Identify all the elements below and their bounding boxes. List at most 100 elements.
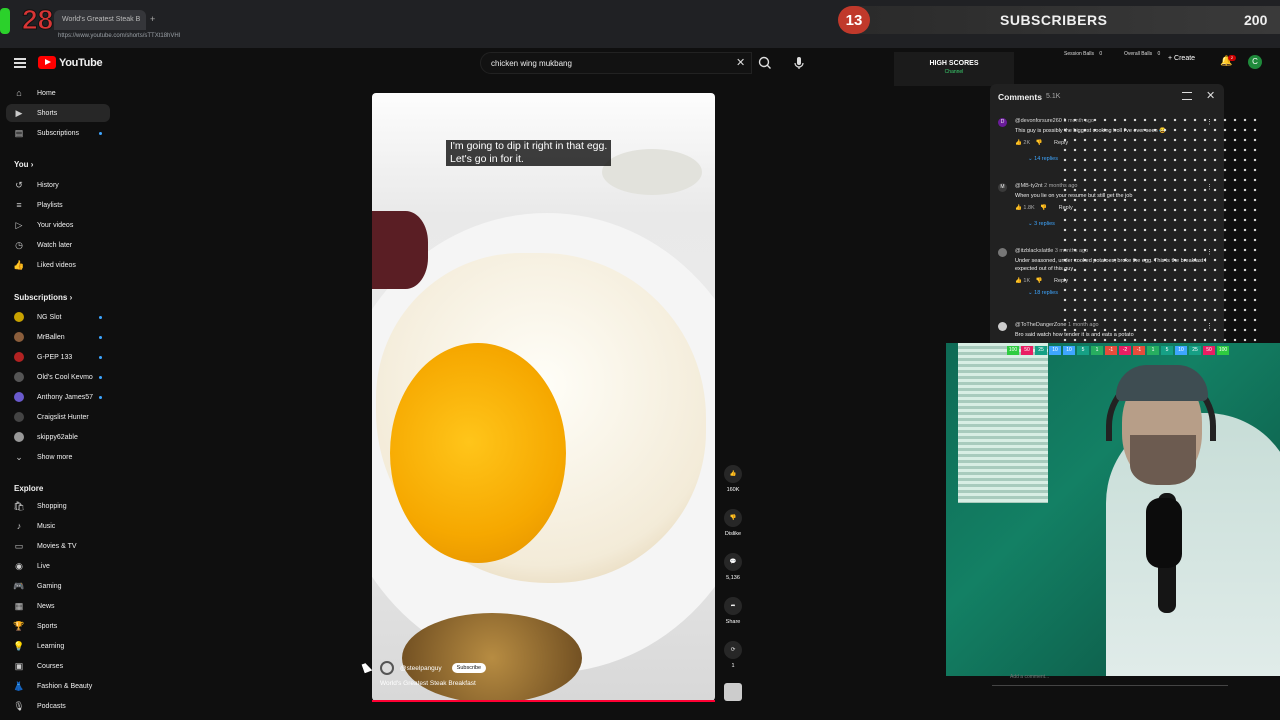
sidebar-item-watch-later[interactable]: ◷ Watch later xyxy=(6,236,110,254)
channel-name[interactable]: @steelpanguy xyxy=(400,665,442,672)
comment-avatar[interactable] xyxy=(998,322,1007,331)
sidebar-item-label: skippy62able xyxy=(37,433,78,441)
scorebar-slot: 25 xyxy=(1189,346,1201,355)
sidebar-subscription-item[interactable]: skippy62able xyxy=(6,428,110,446)
short-title[interactable]: World's Greatest Steak Breakfast xyxy=(380,680,476,687)
sidebar-subscription-item[interactable]: MrBallen xyxy=(6,328,110,346)
sidebar-item-liked-videos[interactable]: 👍 Liked videos xyxy=(6,256,110,274)
sidebar-item-label: Craigslist Hunter xyxy=(37,413,89,421)
thumbs-up-icon[interactable]: 👍 xyxy=(1015,140,1022,146)
thumbs-up-icon[interactable]: 👍 xyxy=(1015,278,1022,284)
new-content-dot xyxy=(99,356,102,359)
comment-avatar[interactable]: D xyxy=(998,118,1007,127)
address-bar[interactable]: https://www.youtube.com/shorts/sTTXt18hV… xyxy=(42,33,902,45)
like-button[interactable]: 👍 160K xyxy=(724,465,742,493)
sidebar-item-courses[interactable]: ▣ Courses xyxy=(6,657,110,675)
close-icon[interactable]: ✕ xyxy=(1206,89,1215,102)
sidebar-item-playlists[interactable]: ≡ Playlists xyxy=(6,196,110,214)
sidebar-item-news[interactable]: ▦ News xyxy=(6,597,110,615)
channel-avatar[interactable] xyxy=(380,661,394,675)
subscriptions-heading[interactable]: Subscriptions › xyxy=(14,293,72,302)
new-content-dot xyxy=(99,316,102,319)
short-video-player[interactable] xyxy=(372,93,715,701)
scorebar-slot: -1 xyxy=(1133,346,1145,355)
sidebar-item-podcasts[interactable]: 🎙 Podcasts xyxy=(6,697,110,715)
sidebar-item-label: Liked videos xyxy=(37,261,76,269)
share-button[interactable]: ➦ Share xyxy=(724,597,742,625)
sidebar-item-gaming[interactable]: 🎮 Gaming xyxy=(6,577,110,595)
sidebar-item-fashion-beauty[interactable]: 👗 Fashion & Beauty xyxy=(6,677,110,695)
view-replies-button[interactable]: ⌄ 3 replies xyxy=(1028,221,1055,227)
webcam-feed xyxy=(946,343,1280,676)
webcam-microphone xyxy=(1146,498,1182,568)
sidebar-subscription-item[interactable]: Anthony James57 xyxy=(6,388,110,406)
thumbs-up-icon[interactable]: 👍 xyxy=(1015,205,1022,211)
scorebar-slot: -2 xyxy=(1119,346,1131,355)
sidebar-item-label: Watch later xyxy=(37,241,73,249)
sidebar-item-live[interactable]: ◉ Live xyxy=(6,557,110,575)
scorebar-slot: 10 xyxy=(1063,346,1075,355)
view-replies-button[interactable]: ⌄ 14 replies xyxy=(1028,156,1058,162)
sidebar-item-sports[interactable]: 🏆 Sports xyxy=(6,617,110,635)
comment-avatar[interactable]: M xyxy=(998,183,1007,192)
sidebar-item-music[interactable]: ♪ Music xyxy=(6,517,110,535)
sidebar-item-subscriptions[interactable]: ▤ Subscriptions xyxy=(6,124,110,142)
sidebar-item-learning[interactable]: 💡 Learning xyxy=(6,637,110,655)
sidebar-item-home[interactable]: ⌂ Home xyxy=(6,84,110,102)
sidebar-subscription-item[interactable]: Old's Cool Kevmo xyxy=(6,368,110,386)
thumbs-down-icon: 👎 xyxy=(724,509,742,527)
thumbs-down-icon[interactable]: 👎 xyxy=(1036,278,1043,284)
sidebar-item-label: Show more xyxy=(37,453,73,461)
sidebar-item-label: Podcasts xyxy=(37,702,66,710)
sidebar-item-label: Movies & TV xyxy=(37,542,77,550)
remix-button[interactable]: ⟳ 1 xyxy=(724,641,742,669)
create-button[interactable]: + Create xyxy=(1168,55,1195,62)
subscribe-button[interactable]: Subscribe xyxy=(451,663,487,673)
youtube-logo[interactable]: YouTube xyxy=(38,56,103,69)
like-count: 160K xyxy=(726,487,740,493)
avatar[interactable]: C xyxy=(1248,55,1262,69)
browser-tab[interactable]: World's Greatest Steak B xyxy=(54,10,146,30)
view-replies-button[interactable]: ⌄ 18 replies xyxy=(1028,290,1058,296)
sidebar-subscription-item[interactable]: Craigslist Hunter xyxy=(6,408,110,426)
video-progress-bar[interactable] xyxy=(372,700,715,702)
watch-later-icon: ◷ xyxy=(15,239,23,250)
news-icon: ▦ xyxy=(14,600,24,611)
playlists-icon: ≡ xyxy=(16,200,22,210)
mic-icon[interactable] xyxy=(790,54,808,72)
search-input[interactable]: chicken wing mukbang xyxy=(480,52,752,74)
sidebar-item-history[interactable]: ↺ History xyxy=(6,176,110,194)
sort-icon[interactable] xyxy=(1182,92,1192,100)
comment-input[interactable]: Add a comment... xyxy=(992,674,1228,686)
dislike-button[interactable]: 👎 Dislike xyxy=(724,509,742,537)
show-more-button[interactable]: ⌄ Show more xyxy=(6,448,110,466)
you-heading[interactable]: You › xyxy=(14,160,33,169)
new-tab-icon[interactable]: + xyxy=(150,14,155,24)
sidebar-item-label: Sports xyxy=(37,622,58,630)
sidebar-item-movies-tv[interactable]: ▭ Movies & TV xyxy=(6,537,110,555)
sidebar-item-label: G-PEP 133 xyxy=(37,353,73,361)
chevron-down-icon: ⌄ xyxy=(15,451,23,462)
comment-avatar[interactable] xyxy=(998,248,1007,257)
sidebar-item-label: News xyxy=(37,602,55,610)
thumbs-down-icon[interactable]: 👎 xyxy=(1036,140,1043,146)
high-scores-panel: HIGH SCORES Channel xyxy=(894,52,1014,86)
sidebar: ⌂ Home ▶ Shorts ▤ Subscriptions You › ↺ Hist… xyxy=(0,82,120,711)
video-caption: I'm going to dip it right in that egg. L… xyxy=(446,140,612,166)
comments-button[interactable]: 💬 5,136 xyxy=(724,553,742,581)
webcam-person-cap xyxy=(1116,365,1208,401)
channel-avatar xyxy=(14,332,24,342)
sidebar-subscription-item[interactable]: NG Slot xyxy=(6,308,110,326)
sidebar-item-your-videos[interactable]: ▷ Your videos xyxy=(6,216,110,234)
sidebar-subscription-item[interactable]: G-PEP 133 xyxy=(6,348,110,366)
sound-thumbnail[interactable] xyxy=(724,683,742,705)
search-icon[interactable] xyxy=(756,54,774,72)
close-icon[interactable]: ✕ xyxy=(736,56,745,69)
sidebar-item-shopping[interactable]: 🛍 Shopping xyxy=(6,497,110,515)
menu-icon[interactable] xyxy=(14,58,26,68)
scorebar-slot: 5 xyxy=(1161,346,1173,355)
video-egg-yolk xyxy=(390,343,566,563)
sidebar-item-shorts[interactable]: ▶ Shorts xyxy=(6,104,110,122)
thumbs-down-icon[interactable]: 👎 xyxy=(1040,205,1047,211)
dislike-label: Dislike xyxy=(724,531,742,537)
